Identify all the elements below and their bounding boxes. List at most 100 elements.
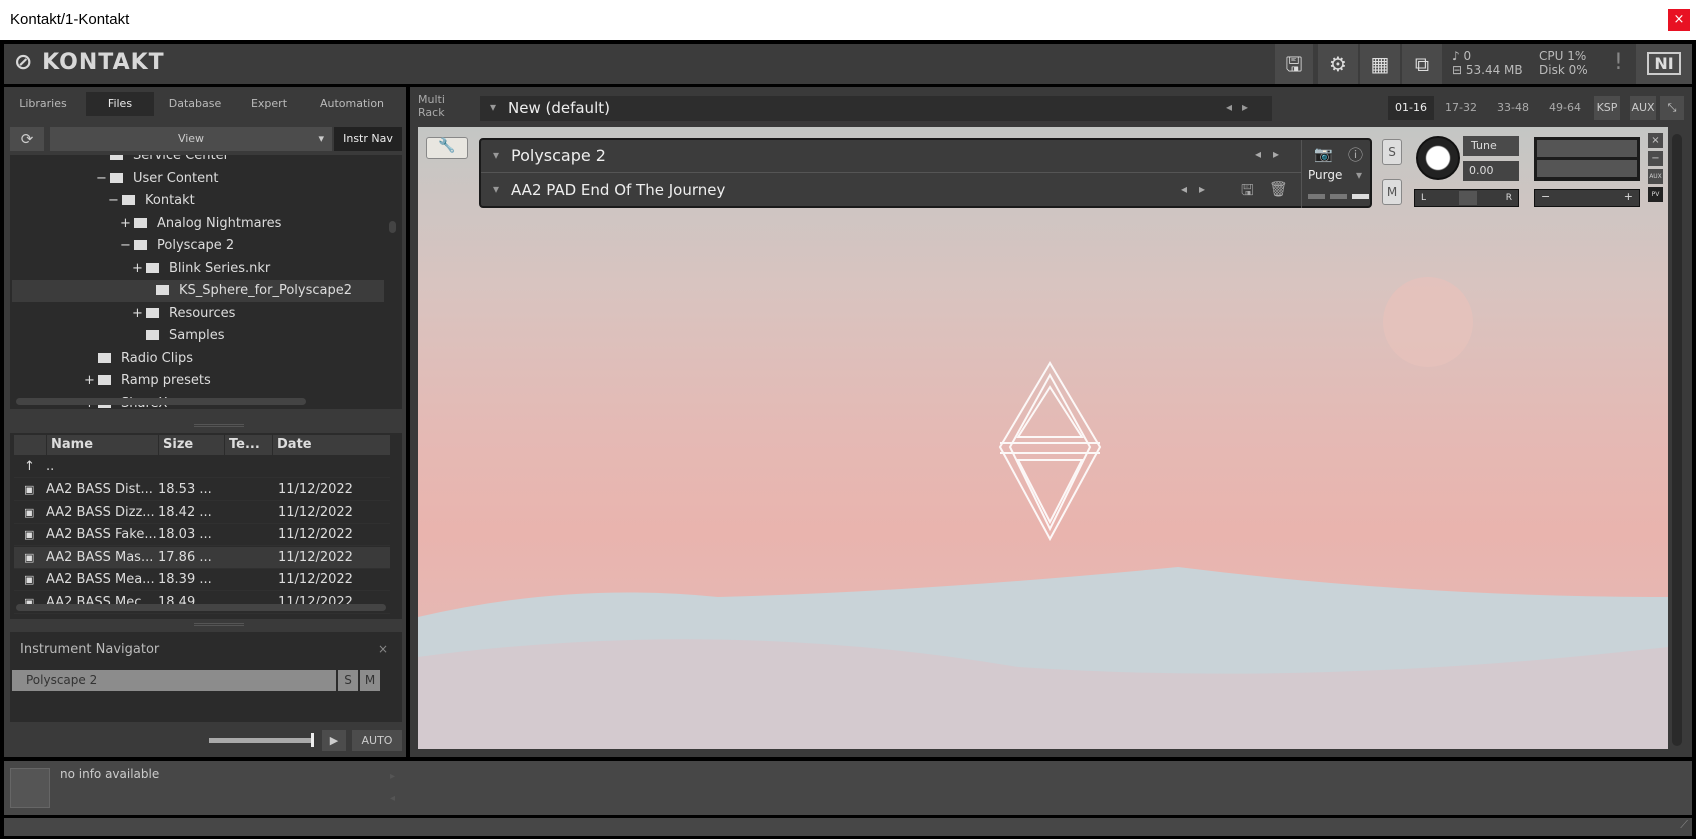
minimize-icon[interactable]: − [1648, 151, 1663, 166]
splitter-handle[interactable] [194, 623, 244, 626]
tune-knob[interactable] [1416, 136, 1460, 180]
purge-section: 📷 ⓘ Purge ▾ [1301, 140, 1371, 208]
expand-toggle[interactable]: + [132, 258, 146, 280]
wrench-icon[interactable]: 🔧 [426, 137, 468, 159]
pv-toggle[interactable]: PV [1648, 187, 1663, 202]
tree-item[interactable]: + Blink Series.nkr [132, 258, 270, 280]
resize-grip-icon[interactable]: ⟋ [1680, 818, 1688, 832]
pan-handle[interactable] [1459, 191, 1477, 205]
tree-item[interactable]: − Kontakt [108, 190, 195, 212]
gear-icon[interactable]: ⚙ [1318, 44, 1358, 84]
instr-nav-button[interactable]: Instr Nav [334, 127, 402, 151]
expand-toggle[interactable]: − [108, 190, 122, 212]
rack-scrollbar[interactable] [1672, 134, 1682, 746]
tree-item[interactable]: + Resources [132, 303, 235, 325]
info-icon[interactable]: ⓘ [1348, 144, 1363, 165]
tab-libraries[interactable]: Libraries [8, 92, 78, 116]
rack-page-17-32[interactable]: 17-32 [1438, 96, 1484, 120]
navigator-item[interactable]: Polyscape 2 [12, 670, 336, 691]
ksp-button[interactable]: KSP [1594, 96, 1620, 120]
column-header[interactable]: Te... [224, 435, 260, 455]
auto-button[interactable]: AUTO [352, 730, 402, 751]
expand-toggle[interactable]: + [120, 213, 134, 235]
tree-item[interactable]: Samples [132, 325, 225, 347]
save-snapshot-icon[interactable]: 🖫 [1241, 180, 1254, 205]
prev-next-icon[interactable]: ◂▸ [1226, 100, 1258, 114]
table-row[interactable]: ▣ AA2 BASS Mea... 18.39 ... 11/12/2022 [14, 569, 390, 591]
save-icon[interactable]: 🖫 [1275, 44, 1313, 84]
volume-slider[interactable] [209, 738, 313, 743]
expand-toggle[interactable]: − [96, 168, 110, 190]
layout-icon[interactable]: ▦ [1360, 44, 1400, 84]
warning-icon[interactable]: ! [1614, 50, 1623, 75]
purge-indicator [1308, 194, 1325, 199]
prev-next-icon[interactable]: ◂▸ [1255, 147, 1291, 161]
mute-button[interactable]: M [360, 670, 380, 691]
camera-icon[interactable]: 📷 [1314, 145, 1333, 163]
prev-next-icon[interactable]: ◂▸ [1181, 182, 1217, 196]
slider-handle[interactable] [311, 733, 314, 747]
tree-item[interactable]: + Ramp presets [84, 370, 211, 392]
volume-slider[interactable]: − + [1534, 189, 1640, 207]
tree-item[interactable]: − Polyscape 2 [120, 235, 234, 257]
rack-page-33-48[interactable]: 33-48 [1490, 96, 1536, 120]
expand-toggle[interactable]: + [84, 370, 98, 392]
tune-value[interactable]: 0.00 [1463, 161, 1519, 181]
table-row[interactable]: ▣ AA2 BASS Mas... 17.86 ... 11/12/2022 [14, 546, 390, 569]
close-button[interactable]: × [1668, 9, 1690, 31]
instrument-name-row[interactable]: ▾ Polyscape 2 ◂▸ [481, 140, 1301, 173]
refresh-icon[interactable]: ⟳ [10, 127, 44, 151]
rack-page-01-16[interactable]: 01-16 [1388, 96, 1434, 120]
purge-dropdown[interactable]: Purge [1308, 168, 1342, 182]
scroll-right-icon[interactable]: ▸ [390, 771, 395, 782]
aux-toggle[interactable]: AUX [1648, 169, 1663, 184]
tree-item[interactable]: Radio Clips [84, 348, 193, 370]
tab-expert[interactable]: Expert [236, 92, 302, 116]
expand-toggle[interactable]: + [132, 303, 146, 325]
tree-item[interactable]: + Analog Nightmares [120, 213, 281, 235]
close-icon[interactable]: × [378, 642, 388, 656]
column-header[interactable]: Date [272, 435, 312, 455]
table-row[interactable]: ▣ AA2 BASS Dist... 18.53 ... 11/12/2022 [14, 479, 390, 501]
close-icon[interactable]: × [1648, 133, 1663, 148]
aux-button[interactable]: AUX [1630, 96, 1656, 120]
play-button[interactable]: ▶ [322, 730, 346, 751]
rack-page-49-64[interactable]: 49-64 [1542, 96, 1588, 120]
restore-icon[interactable]: ⧉ [1402, 44, 1442, 84]
tree-item[interactable]: KS_Sphere_for_Polyscape2 [12, 280, 384, 302]
tab-database[interactable]: Database [156, 92, 234, 116]
tab-files[interactable]: Files [86, 92, 154, 116]
splitter-handle[interactable] [194, 424, 244, 427]
instrument-header: ▾ Polyscape 2 ◂▸ ▾ AA2 PAD End Of The Jo… [479, 138, 1372, 208]
solo-button[interactable]: S [338, 670, 358, 691]
multi-name-field[interactable]: ▾ New (default) ◂▸ [480, 96, 1272, 121]
column-header[interactable]: Name [46, 435, 93, 455]
table-row[interactable]: ▣ AA2 BASS Fake... 18.03 ... 11/12/2022 [14, 524, 390, 546]
file-date: 11/12/2022 [278, 549, 353, 565]
trash-icon[interactable]: 🗑 [1269, 180, 1288, 198]
tune-label: Tune [1463, 136, 1519, 156]
tree-h-scrollbar[interactable] [16, 398, 306, 405]
instrument-file-icon: ▣ [24, 573, 35, 586]
file-date: 11/12/2022 [278, 482, 353, 497]
folder-icon [146, 330, 159, 340]
solo-button[interactable]: S [1382, 139, 1402, 165]
tree-item[interactable]: − User Content [96, 168, 218, 190]
minimize-rack-icon[interactable]: ⤡ [1660, 96, 1684, 120]
tree-item[interactable]: Service Center [96, 155, 229, 167]
tree-item-label: KS_Sphere_for_Polyscape2 [179, 283, 352, 298]
files-h-scrollbar[interactable] [16, 604, 386, 611]
mute-button[interactable]: M [1382, 179, 1402, 205]
parent-dir-row[interactable]: ↑.. [14, 456, 390, 478]
tree-v-scrollbar[interactable] [389, 221, 396, 233]
expand-toggle[interactable]: − [120, 235, 134, 257]
pan-slider[interactable]: LR [1414, 189, 1519, 207]
snapshot-row[interactable]: ▾ AA2 PAD End Of The Journey ◂▸ 🖫 🗑 [481, 174, 1301, 208]
polyscape-logo [998, 361, 1102, 542]
column-header[interactable]: Size [158, 435, 193, 455]
view-dropdown[interactable]: View ▾ [50, 127, 332, 151]
scroll-left-icon[interactable]: ◂ [390, 793, 395, 804]
tab-automation[interactable]: Automation [306, 92, 398, 116]
table-row[interactable]: ▣ AA2 BASS Dizz... 18.42 ... 11/12/2022 [14, 502, 390, 524]
ni-logo[interactable]: NI [1636, 44, 1692, 84]
